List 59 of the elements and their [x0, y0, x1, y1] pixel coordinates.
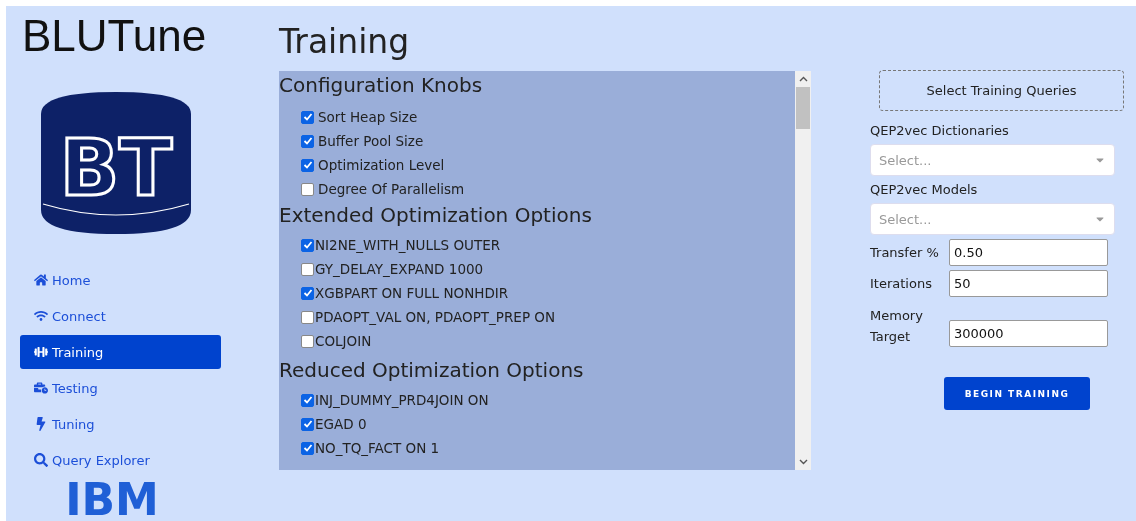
option-label: INJ_DUMMY_PRD4JOIN ON: [315, 392, 489, 408]
lightning-icon: [34, 417, 48, 431]
checkbox[interactable]: [301, 182, 314, 196]
nav-item[interactable]: Connect: [20, 299, 221, 333]
field-label: Memory Target: [870, 307, 924, 346]
select-dropdown[interactable]: Select...: [870, 144, 1115, 176]
checkbox[interactable]: [301, 441, 314, 455]
dropdown-label: QEP2vec Dictionaries: [870, 123, 1010, 138]
checkbox[interactable]: [301, 310, 314, 324]
input-field[interactable]: 0.50: [949, 239, 1108, 266]
search-icon: [34, 453, 48, 467]
dropdown-label: QEP2vec Models: [870, 182, 979, 197]
option-label: Buffer Pool Size: [318, 133, 424, 149]
company-logo: IBM: [62, 481, 162, 517]
option-label: Degree Of Parallelism: [318, 181, 465, 197]
nav-item[interactable]: Home: [20, 263, 221, 297]
checkbox[interactable]: [301, 417, 314, 431]
option-label: PDAOPT_VAL ON, PDAOPT_PREP ON: [315, 309, 556, 325]
dumbbell-icon: [34, 345, 48, 359]
option-label: GY_DELAY_EXPAND 1000: [315, 261, 484, 277]
checkbox[interactable]: [301, 286, 314, 300]
section-title: Reduced Optimization Options: [279, 357, 585, 384]
scrollbar[interactable]: [795, 71, 811, 470]
option-label: NO_TQ_FACT ON 1: [315, 440, 440, 456]
field-label: Iterations: [870, 275, 933, 293]
database-logo: BT: [39, 92, 193, 237]
field-label: Transfer %: [870, 244, 940, 262]
nav-item[interactable]: Training: [20, 335, 221, 369]
nav-item[interactable]: Tuning: [20, 407, 221, 441]
scrollbar-thumb[interactable]: [796, 87, 810, 129]
option-label: Sort Heap Size: [318, 109, 418, 125]
page-title: Training: [279, 21, 411, 63]
home-icon: [34, 273, 48, 287]
app-title: BLUTune: [22, 10, 208, 62]
option-label: EGAD 0: [315, 416, 367, 432]
wifi-icon: [34, 309, 48, 323]
option-label: COLJOIN: [315, 333, 372, 349]
checkbox[interactable]: [301, 110, 314, 124]
checkbox[interactable]: [301, 393, 314, 407]
section-title: Extended Optimization Options: [279, 202, 593, 229]
input-field[interactable]: 50: [949, 270, 1108, 297]
briefcase-clock-icon: [34, 381, 48, 395]
option-label: NI2NE_WITH_NULLS OUTER: [315, 237, 501, 253]
chevron-down-icon: [798, 459, 808, 465]
option-label: XGBPART ON FULL NONHDIR: [315, 285, 509, 301]
nav-item[interactable]: Testing: [20, 371, 221, 405]
checkbox[interactable]: [301, 158, 314, 172]
nav-item[interactable]: Query Explorer: [20, 443, 221, 477]
checkbox[interactable]: [301, 238, 314, 252]
input-field[interactable]: 300000: [949, 320, 1108, 347]
option-label: Optimization Level: [318, 157, 445, 173]
section-title: Configuration Knobs: [279, 72, 484, 99]
begin-training-button[interactable]: BEGIN TRAINING: [944, 377, 1090, 410]
checkbox[interactable]: [301, 262, 314, 276]
select-dropdown[interactable]: Select...: [870, 203, 1115, 235]
chevron-up-icon: [798, 76, 808, 82]
checkbox[interactable]: [301, 134, 314, 148]
checkbox[interactable]: [301, 334, 314, 348]
select-queries-button[interactable]: Select Training Queries: [879, 70, 1124, 111]
